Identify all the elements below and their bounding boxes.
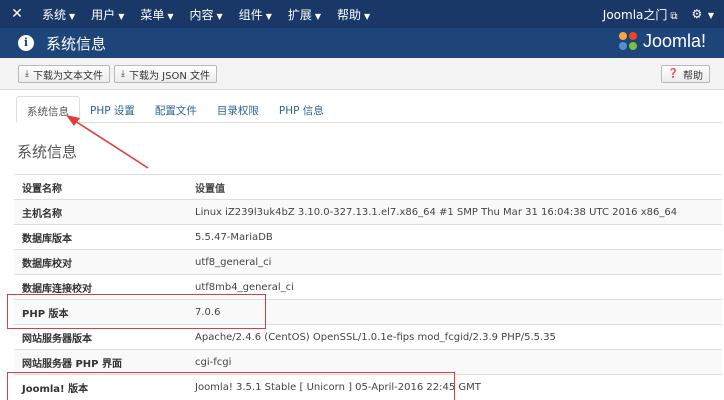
row-value: utf8_general_ci [195,256,272,268]
toolbar: ⤓ 下载为文本文件 ⤓ 下载为 JSON 文件 ❓ 帮助 [0,58,724,90]
caret-down-icon: ▼ [705,11,714,20]
row-value: Linux iZ239l3uk4bZ 3.10.0-327.13.1.el7.x… [195,206,678,218]
download-text-button[interactable]: ⤓ 下载为文本文件 [18,65,110,83]
site-link[interactable]: Joomla之门 ⧉ [603,6,678,23]
brand-text: Joomla! [642,31,706,51]
menu-system[interactable]: 系统 ▼ [34,6,83,23]
row-value: 5.5.47-MariaDB [195,231,273,243]
row-value: Apache/2.4.6 (CentOS) OpenSSL/1.0.1e-fip… [195,331,556,343]
row-value: utf8mb4_general_ci [195,281,294,293]
tab-bar: 系统信息 PHP 设置 配置文件 目录权限 PHP 信息 [16,96,722,123]
annotation-box-php-version [7,294,266,329]
caret-down-icon: ▼ [364,11,371,21]
joomla-brand-icon [618,31,639,52]
gear-icon: ⚙ [691,7,703,21]
admin-menu-bar: ✕ 系统 ▼ 用户 ▼ 菜单 ▼ 内容 ▼ 组件 ▼ 扩展 ▼ 帮助 ▼ Joomla之门 ⧉ … [0,0,724,28]
tab-php-settings[interactable]: PHP 设置 [80,96,145,123]
section-title: 系统信息 [17,143,78,161]
caret-down-icon: ▼ [69,11,76,21]
caret-down-icon: ▼ [216,11,223,21]
table-row: 数据库版本 5.5.47-MariaDB [14,224,722,249]
system-info-table: 设置名称 设置值 主机名称 Linux iZ239l3uk4bZ 3.10.0-… [14,174,722,399]
table-row: 数据库校对 utf8_general_ci [14,249,722,274]
row-key: 数据库校对 [22,258,72,270]
menu-help[interactable]: 帮助 ▼ [329,6,378,23]
external-link-icon: ⧉ [670,10,678,22]
menu-content[interactable]: 内容 ▼ [182,6,231,23]
joomla-brand: Joomla! [618,31,706,52]
menu-menus[interactable]: 菜单 ▼ [132,6,181,23]
menu-users[interactable]: 用户 ▼ [83,6,132,23]
info-icon: i [18,35,34,51]
topbar-right: Joomla之门 ⧉ ⚙ ▼ [603,0,714,28]
table-header: 设置名称 设置值 [14,174,722,199]
row-key: 主机名称 [22,208,62,220]
row-key: 网站服务器版本 [22,333,92,345]
question-icon: ❓ [667,69,679,79]
tab-system-info[interactable]: 系统信息 [16,96,80,123]
menu-components[interactable]: 组件 ▼ [231,6,280,23]
caret-down-icon: ▼ [265,11,272,21]
settings-menu[interactable]: ⚙ ▼ [692,7,714,21]
tab-config-file[interactable]: 配置文件 [145,96,207,123]
row-value: 7.0.6 [195,306,221,318]
row-value: cgi-fcgi [195,356,232,368]
annotation-box-joomla-version [7,372,455,400]
page-title: 系统信息 [46,34,107,53]
caret-down-icon: ▼ [167,11,174,21]
header-setting-value: 设置值 [195,183,225,195]
tab-directory-permissions[interactable]: 目录权限 [207,96,269,123]
caret-down-icon: ▼ [118,11,125,21]
row-key: 网站服务器 PHP 界面 [22,358,122,370]
download-json-button[interactable]: ⤓ 下载为 JSON 文件 [114,65,217,83]
table-row: 主机名称 Linux iZ239l3uk4bZ 3.10.0-327.13.1.… [14,199,722,224]
menu-extensions[interactable]: 扩展 ▼ [280,6,329,23]
header-setting-name: 设置名称 [22,183,62,195]
joomla-logo-icon[interactable]: ✕ [0,6,34,22]
download-icon: ⤓ [25,69,29,79]
download-icon: ⤓ [121,69,125,79]
tab-php-info[interactable]: PHP 信息 [269,96,334,123]
table-row: 网站服务器 PHP 界面 cgi-fcgi [14,349,722,374]
row-key: 数据库连接校对 [22,283,92,295]
main-menu: 系统 ▼ 用户 ▼ 菜单 ▼ 内容 ▼ 组件 ▼ 扩展 ▼ 帮助 ▼ [34,6,378,23]
annotation-arrow-line [71,118,149,169]
row-key: 数据库版本 [22,233,72,245]
caret-down-icon: ▼ [314,11,322,21]
help-button[interactable]: ❓ 帮助 [660,65,710,83]
page-header: i 系统信息 Joomla! [0,28,724,58]
